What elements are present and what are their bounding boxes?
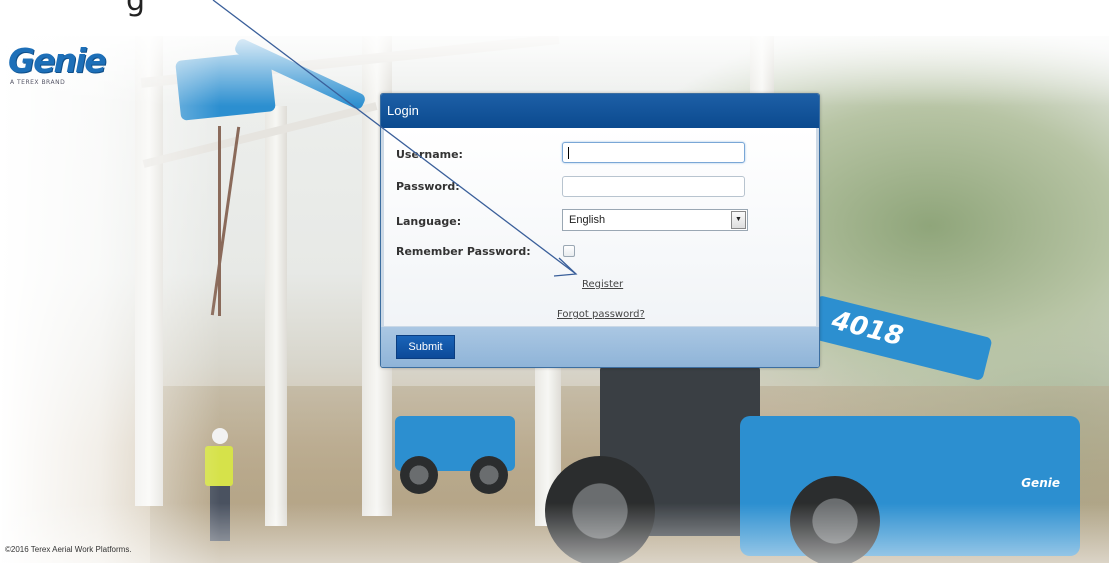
login-footer: Submit: [381, 326, 819, 367]
annotation-text: g: [126, 0, 146, 18]
concrete-column: [265, 106, 287, 526]
telehandler-boom: 4018: [807, 294, 993, 382]
remember-password-checkbox[interactable]: [563, 245, 575, 257]
submit-button[interactable]: Submit: [396, 335, 455, 359]
username-input[interactable]: [562, 142, 745, 163]
left-fade-overlay: [0, 36, 220, 563]
copyright-text: ©2016 Terex Aerial Work Platforms.: [5, 545, 132, 554]
vehicle-model-text: 4018: [828, 305, 907, 353]
register-link[interactable]: Register: [582, 279, 623, 290]
genie-logo: Genie A TEREX BRAND: [8, 41, 107, 87]
forgot-password-link[interactable]: Forgot password?: [557, 309, 645, 320]
language-select[interactable]: English ▼: [562, 209, 748, 231]
login-form: Username: Password: Language: English ▼ …: [381, 128, 819, 326]
language-label: Language:: [396, 215, 462, 228]
tire: [470, 456, 508, 494]
text-caret: [568, 147, 569, 159]
login-title: Login: [381, 94, 819, 128]
password-input[interactable]: [562, 176, 745, 197]
language-selected-value: English: [569, 214, 606, 226]
chevron-down-icon[interactable]: ▼: [731, 211, 746, 229]
logo-wordmark: Genie: [8, 41, 107, 80]
logo-tagline: A TEREX BRAND: [10, 79, 66, 86]
remember-password-label: Remember Password:: [396, 245, 531, 258]
password-label: Password:: [396, 180, 460, 193]
tire: [400, 456, 438, 494]
login-dialog: Login Username: Password: Language: Engl…: [380, 93, 820, 368]
bottom-fade-overlay: [0, 503, 1109, 563]
username-label: Username:: [396, 148, 463, 161]
vehicle-brand-text: Genie: [1021, 476, 1060, 490]
